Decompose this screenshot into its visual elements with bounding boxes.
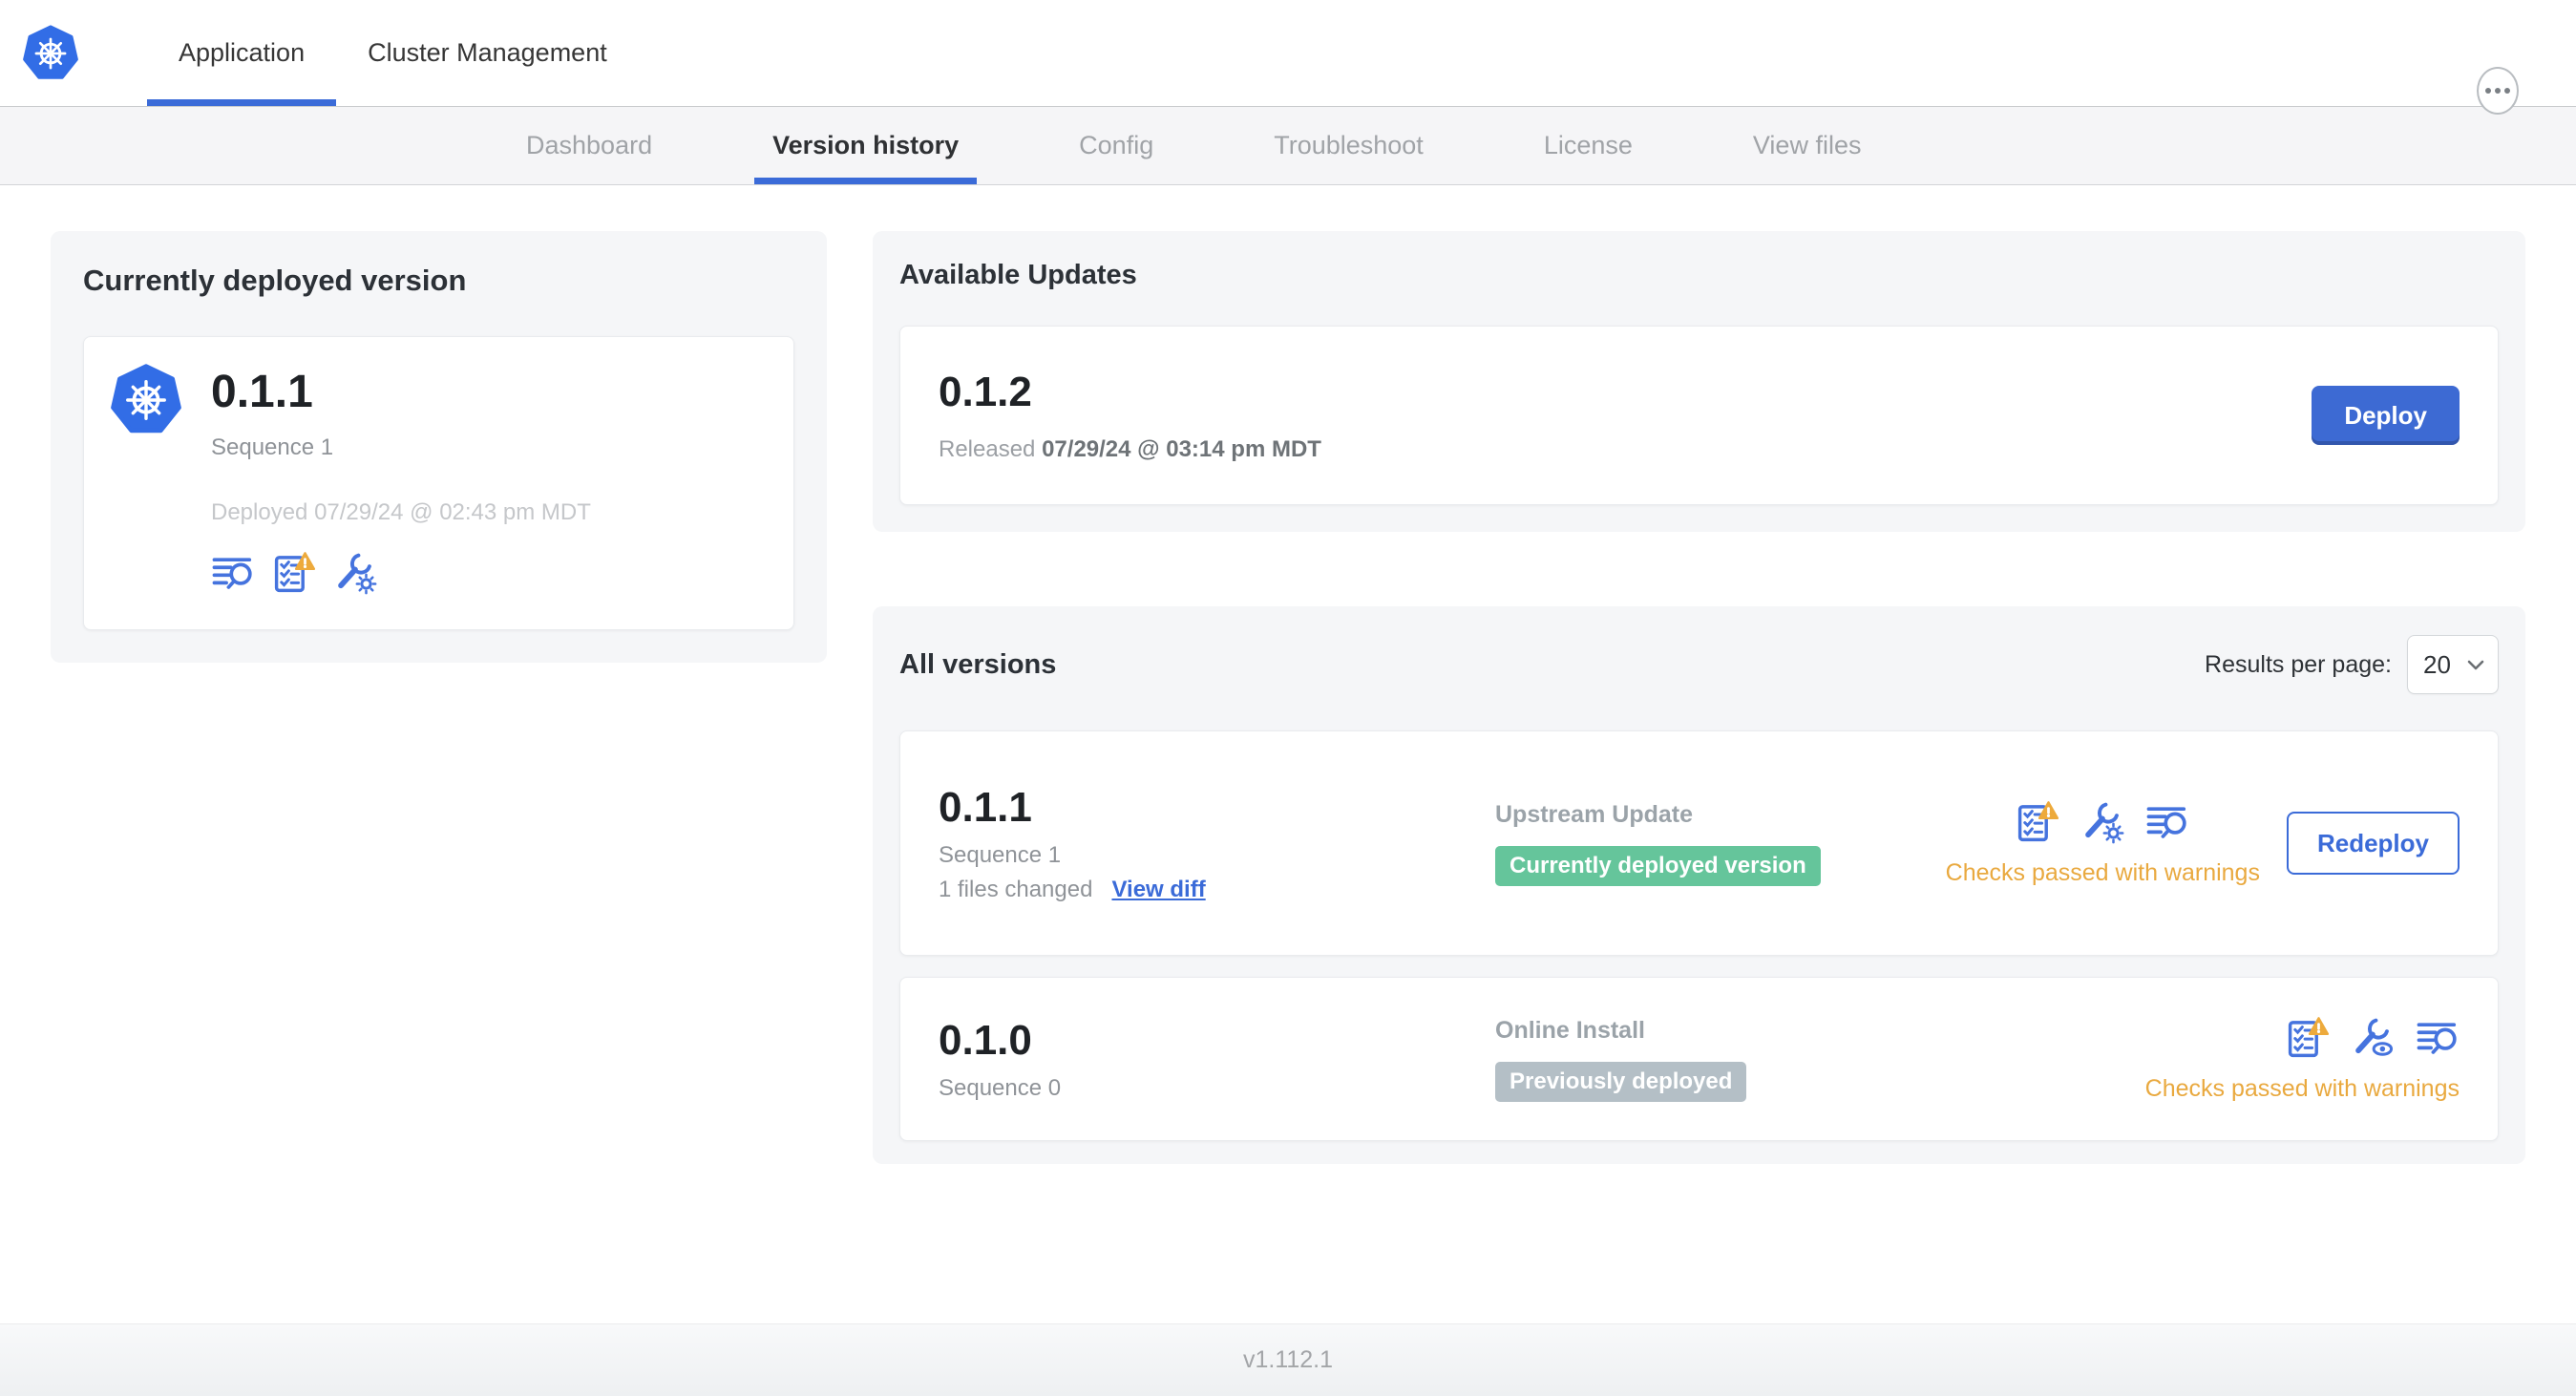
- tab-troubleshoot-label: Troubleshoot: [1274, 131, 1424, 159]
- status-badge: Previously deployed: [1495, 1061, 1747, 1102]
- version-info: 0.1.1 Sequence 1 1 files changed View di…: [939, 783, 1495, 903]
- available-update-card: 0.1.2 Released 07/29/24 @ 03:14 pm MDT D…: [899, 326, 2499, 505]
- version-row-0-1-0: 0.1.0 Sequence 0 Online Install Previous…: [899, 977, 2499, 1141]
- results-per-page-label: Results per page:: [2205, 650, 2392, 678]
- checks-status[interactable]: Checks passed with warnings: [1946, 859, 2260, 887]
- source-label: Upstream Update: [1495, 800, 1693, 828]
- tab-license[interactable]: License: [1544, 107, 1633, 184]
- status-icons: [2286, 1016, 2460, 1060]
- update-released-line: Released 07/29/24 @ 03:14 pm MDT: [939, 436, 1321, 463]
- view-diff-link[interactable]: View diff: [1111, 877, 1205, 903]
- kubernetes-logo-icon: [23, 24, 78, 83]
- tab-view-files[interactable]: View files: [1753, 107, 1862, 184]
- kubernetes-app-icon: [111, 362, 181, 438]
- tab-view-files-label: View files: [1752, 131, 1862, 159]
- navbar-tabs: Application Cluster Management: [147, 0, 639, 106]
- all-versions-panel: All versions Results per page: 20 0.1.1 …: [873, 606, 2525, 1164]
- redeploy-button[interactable]: Redeploy: [2286, 812, 2460, 875]
- nav-tab-application[interactable]: Application: [147, 0, 337, 106]
- release-notes-icon[interactable]: [211, 551, 255, 595]
- current-version-deployed-date: Deployed 07/29/24 @ 02:43 pm MDT: [211, 499, 591, 525]
- checks-status[interactable]: Checks passed with warnings: [2145, 1075, 2460, 1103]
- version-actions: Checks passed with warnings Redeploy: [1946, 800, 2460, 887]
- available-updates-panel: Available Updates 0.1.2 Released 07/29/2…: [873, 231, 2525, 532]
- tab-config[interactable]: Config: [1079, 107, 1153, 184]
- view-config-icon[interactable]: [2351, 1016, 2395, 1060]
- preflight-checks-warning-icon[interactable]: [272, 551, 316, 595]
- chevron-down-icon: [2467, 660, 2484, 669]
- status-icons: [2016, 800, 2189, 844]
- currently-deployed-panel: Currently deployed version 0.1.1 Sequenc…: [51, 231, 827, 663]
- version-source: Upstream Update Currently deployed versi…: [1495, 801, 1946, 886]
- preflight-checks-warning-icon[interactable]: [2286, 1016, 2330, 1060]
- row-version-number: 0.1.1: [939, 784, 1032, 831]
- release-notes-icon[interactable]: [2416, 1016, 2460, 1060]
- tab-config-label: Config: [1079, 131, 1154, 159]
- tab-version-history-label: Version history: [772, 131, 960, 159]
- row-version-number: 0.1.0: [939, 1017, 1032, 1064]
- tab-troubleshoot[interactable]: Troubleshoot: [1274, 107, 1424, 184]
- status-badge: Currently deployed version: [1495, 845, 1821, 886]
- files-changed-text: 1 files changed: [939, 877, 1093, 902]
- app-footer: v1.112.1: [0, 1323, 2576, 1396]
- more-options-button[interactable]: [2477, 67, 2519, 115]
- nav-tab-application-label: Application: [179, 38, 306, 67]
- app-subnav: Dashboard Version history Config Trouble…: [0, 107, 2576, 185]
- version-actions: Checks passed with warnings: [2145, 1016, 2460, 1103]
- available-updates-title: Available Updates: [899, 260, 1137, 290]
- nav-tab-cluster-management[interactable]: Cluster Management: [336, 0, 639, 106]
- current-version-actions: [211, 551, 765, 595]
- current-version-card: 0.1.1 Sequence 1 Deployed 07/29/24 @ 02:…: [83, 336, 794, 630]
- top-navbar: Application Cluster Management: [0, 0, 2576, 115]
- all-versions-title: All versions: [899, 648, 1057, 680]
- update-version-number: 0.1.2: [939, 369, 1032, 415]
- tab-license-label: License: [1543, 131, 1633, 159]
- preflight-checks-warning-icon[interactable]: [2016, 800, 2059, 844]
- ellipsis-icon: [2485, 88, 2510, 94]
- tab-version-history[interactable]: Version history: [754, 107, 978, 184]
- tab-dashboard-label: Dashboard: [526, 131, 653, 159]
- console-version: v1.112.1: [1242, 1346, 1334, 1373]
- results-per-page-select[interactable]: 20: [2407, 635, 2499, 694]
- source-label: Online Install: [1495, 1016, 1645, 1044]
- release-notes-icon[interactable]: [2145, 800, 2189, 844]
- released-date: 07/29/24 @ 03:14 pm MDT: [1042, 436, 1321, 462]
- status-column: Checks passed with warnings: [2145, 1016, 2460, 1103]
- files-changed-line: 1 files changed View diff: [939, 877, 1495, 903]
- currently-deployed-title: Currently deployed version: [83, 264, 467, 297]
- nav-tab-cluster-management-label: Cluster Management: [368, 38, 607, 67]
- all-versions-header: All versions Results per page: 20: [899, 635, 2499, 694]
- status-column: Checks passed with warnings: [1946, 800, 2260, 887]
- current-version-sequence: Sequence 1: [211, 434, 334, 460]
- row-sequence: Sequence 1: [939, 842, 1062, 868]
- version-row-0-1-1: 0.1.1 Sequence 1 1 files changed View di…: [899, 730, 2499, 956]
- version-info: 0.1.0 Sequence 0: [939, 1016, 1495, 1102]
- edit-config-icon[interactable]: [2080, 800, 2124, 844]
- results-per-page: Results per page: 20: [2205, 635, 2499, 694]
- tab-dashboard[interactable]: Dashboard: [526, 107, 652, 184]
- current-version-number: 0.1.1: [211, 367, 313, 417]
- edit-config-icon[interactable]: [333, 551, 377, 595]
- deploy-button[interactable]: Deploy: [2312, 386, 2460, 445]
- released-prefix: Released: [939, 436, 1036, 462]
- version-source: Online Install Previously deployed: [1495, 1017, 2145, 1102]
- row-sequence: Sequence 0: [939, 1075, 1062, 1101]
- results-per-page-value: 20: [2423, 649, 2451, 679]
- main-content: Currently deployed version 0.1.1 Sequenc…: [0, 185, 2576, 1164]
